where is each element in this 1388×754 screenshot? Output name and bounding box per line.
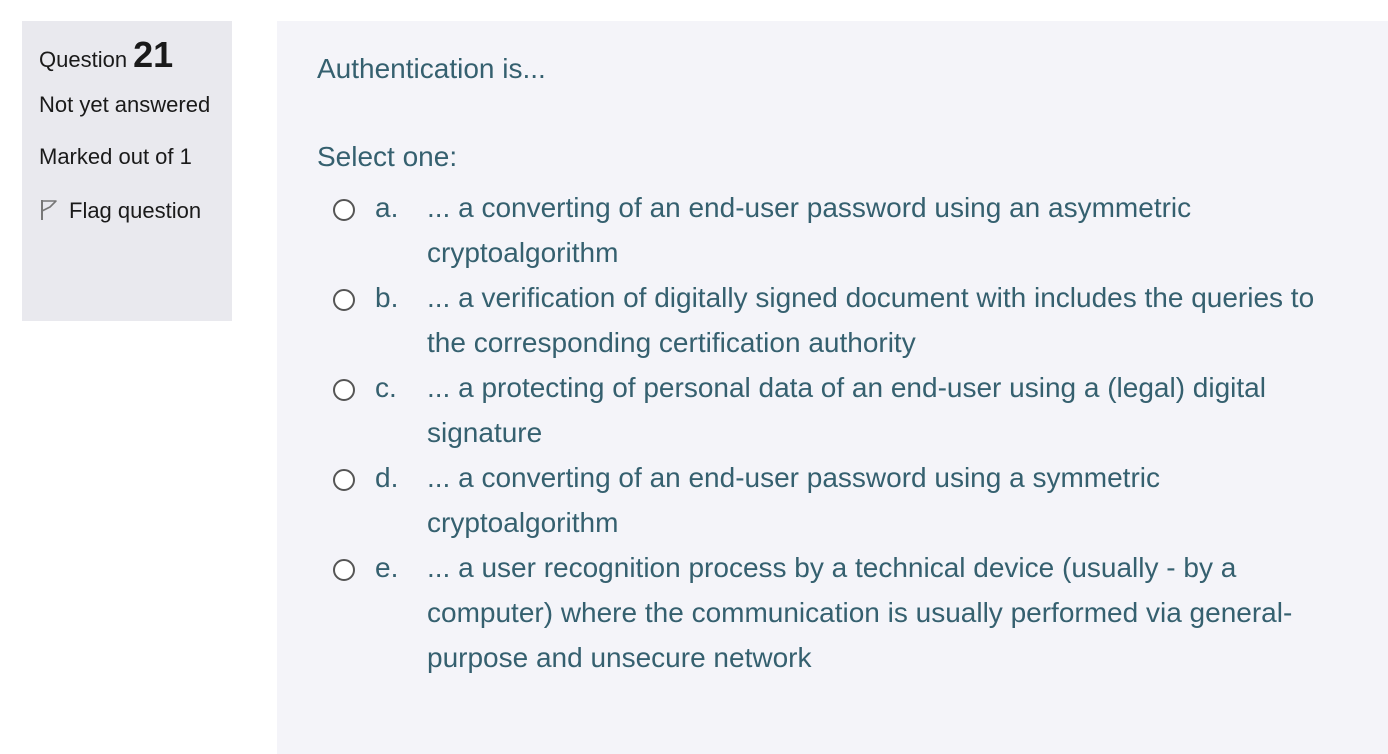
question-state: Not yet answered [39,92,211,117]
answer-option-b[interactable]: b. ... a verification of digitally signe… [333,282,1343,365]
question-number-line: Question 21 [39,35,215,75]
answer-option-a[interactable]: a. ... a converting of an end-user passw… [333,192,1343,275]
answer-letter: e. [375,552,399,583]
question-grade: Marked out of 1 [39,144,192,169]
radio-button-b[interactable] [333,289,355,311]
question-content-panel: Authentication is... Select one: a. ... … [277,21,1388,754]
answer-text[interactable]: ... a converting of an end-user password… [427,185,1343,275]
answer-option-e[interactable]: e. ... a user recognition process by a t… [333,552,1343,680]
answer-list: a. ... a converting of an end-user passw… [333,192,1343,688]
radio-button-e[interactable] [333,559,355,581]
radio-button-d[interactable] [333,469,355,491]
flag-question-link[interactable]: Flag question [39,193,215,229]
question-number: 21 [133,34,174,75]
answer-option-d[interactable]: d. ... a converting of an end-user passw… [333,462,1343,545]
flag-icon [39,196,59,220]
answer-letter: b. [375,282,399,313]
answer-text[interactable]: ... a protecting of personal data of an … [427,365,1343,455]
answer-text[interactable]: ... a converting of an end-user password… [427,455,1343,545]
answer-letter: c. [375,372,397,403]
answer-letter: a. [375,192,399,223]
question-text: Authentication is... [317,53,546,84]
answer-letter: d. [375,462,399,493]
answer-text[interactable]: ... a user recognition process by a tech… [427,545,1343,680]
answer-option-c[interactable]: c. ... a protecting of personal data of … [333,372,1343,455]
question-info-panel: Question 21 Not yet answered Marked out o… [22,21,232,321]
select-one-prompt: Select one: [317,141,458,172]
radio-button-c[interactable] [333,379,355,401]
flag-question-label: Flag question [69,198,202,223]
radio-button-a[interactable] [333,199,355,221]
answer-text[interactable]: ... a verification of digitally signed d… [427,275,1343,365]
question-label: Question [39,47,128,72]
